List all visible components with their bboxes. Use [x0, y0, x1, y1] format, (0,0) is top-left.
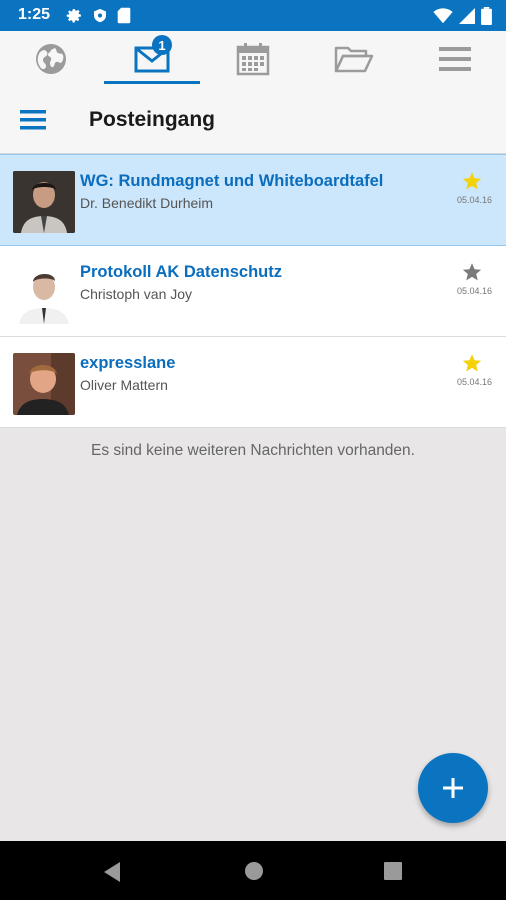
inbox-header: Posteingang — [0, 87, 506, 154]
calendar-icon — [236, 43, 270, 76]
page-title: Posteingang — [89, 108, 216, 131]
hamburger-menu-icon[interactable] — [20, 109, 46, 131]
message-list: WG: Rundmagnet und Whiteboardtafel Dr. B… — [0, 154, 506, 428]
home-icon[interactable] — [244, 861, 264, 881]
message-row[interactable]: expresslane Oliver Mattern 05.04.16 — [0, 337, 506, 428]
star-icon[interactable] — [462, 353, 482, 373]
wifi-icon — [433, 8, 453, 24]
status-time: 1:25 — [18, 6, 51, 23]
system-nav-bar — [0, 841, 506, 900]
settings-icon — [66, 9, 81, 23]
battery-icon — [481, 7, 492, 25]
status-bar: 1:25 — [0, 0, 506, 31]
recents-icon[interactable] — [384, 861, 402, 881]
message-date: 05.04.16 — [456, 195, 492, 205]
unread-badge: 1 — [152, 35, 172, 55]
menu-icon — [439, 47, 471, 71]
message-subject: Protokoll AK Datenschutz — [80, 263, 282, 281]
tab-calendar[interactable] — [203, 31, 303, 87]
globe-icon — [36, 44, 66, 74]
avatar — [13, 262, 75, 324]
message-subject: WG: Rundmagnet und Whiteboardtafel — [80, 172, 384, 190]
tab-files[interactable] — [304, 31, 404, 87]
message-sender: Dr. Benedikt Durheim — [80, 195, 214, 211]
message-row[interactable]: Protokoll AK Datenschutz Christoph van J… — [0, 246, 506, 337]
back-icon[interactable] — [102, 861, 122, 883]
message-date: 05.04.16 — [456, 377, 492, 387]
plus-icon — [443, 778, 463, 798]
message-row[interactable]: WG: Rundmagnet und Whiteboardtafel Dr. B… — [0, 154, 506, 246]
empty-list-message: Es sind keine weiteren Nachrichten vorha… — [91, 442, 415, 459]
avatar — [13, 353, 75, 415]
tab-web[interactable] — [1, 31, 101, 87]
tab-bar: 1 — [0, 31, 506, 87]
message-sender: Oliver Mattern — [80, 377, 168, 393]
tab-mail[interactable]: 1 — [102, 31, 202, 87]
compose-button[interactable] — [418, 753, 488, 823]
signal-icon — [459, 8, 475, 24]
message-date: 05.04.16 — [456, 286, 492, 296]
tab-menu[interactable] — [405, 31, 505, 87]
star-icon[interactable] — [462, 262, 482, 282]
shield-icon — [94, 8, 106, 23]
message-subject: expresslane — [80, 354, 176, 372]
avatar — [13, 171, 75, 233]
star-icon[interactable] — [462, 171, 482, 191]
message-sender: Christoph van Joy — [80, 286, 193, 302]
sd-card-icon — [117, 7, 131, 24]
folder-icon — [334, 46, 374, 73]
